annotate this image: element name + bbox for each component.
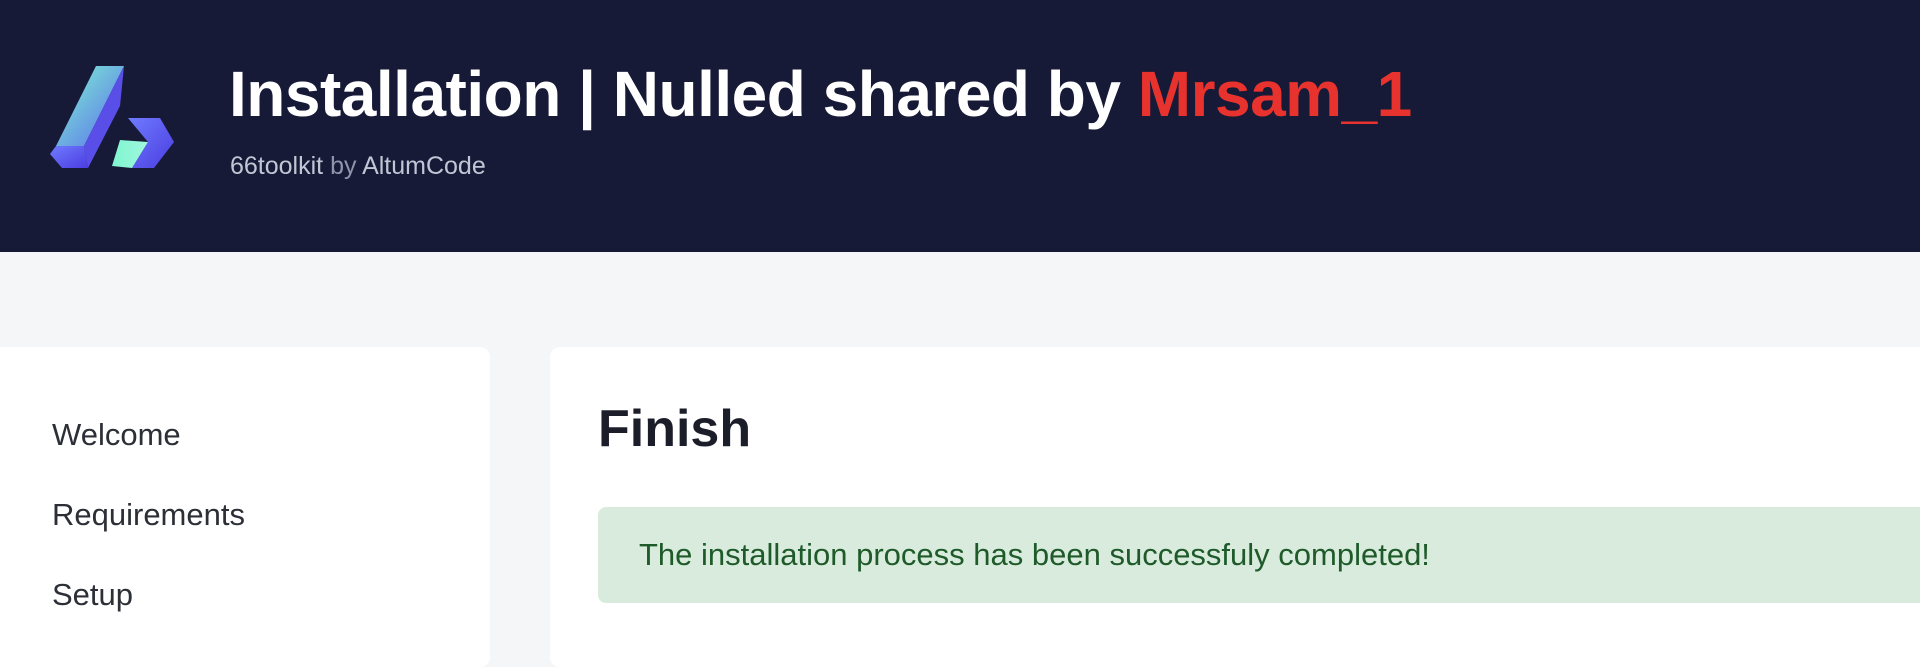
page-heading: Installation | Nulled shared by Mrsam_1 (229, 56, 1412, 132)
sidebar-item-setup[interactable]: Setup (52, 575, 133, 615)
heading-accent-text: Mrsam_1 (1137, 58, 1413, 130)
vendor-name: AltumCode (362, 152, 486, 180)
altumcode-logo-icon (50, 66, 174, 168)
byline-by: by (330, 152, 357, 180)
header-banner: Installation | Nulled shared by Mrsam_1 … (0, 0, 1920, 252)
sidebar-item-requirements[interactable]: Requirements (52, 495, 245, 535)
product-byline: 66toolkit by AltumCode (230, 150, 486, 182)
page-title: Finish (598, 400, 752, 458)
success-alert: The installation process has been succes… (598, 507, 1920, 603)
success-alert-message: The installation process has been succes… (639, 537, 1430, 572)
main-panel: Finish The installation process has been… (550, 347, 1920, 667)
install-steps-sidebar: Welcome Requirements Setup (0, 347, 490, 667)
product-name: 66toolkit (230, 152, 324, 180)
sidebar-item-welcome[interactable]: Welcome (52, 415, 181, 455)
heading-text: Installation | Nulled shared by (229, 58, 1138, 130)
